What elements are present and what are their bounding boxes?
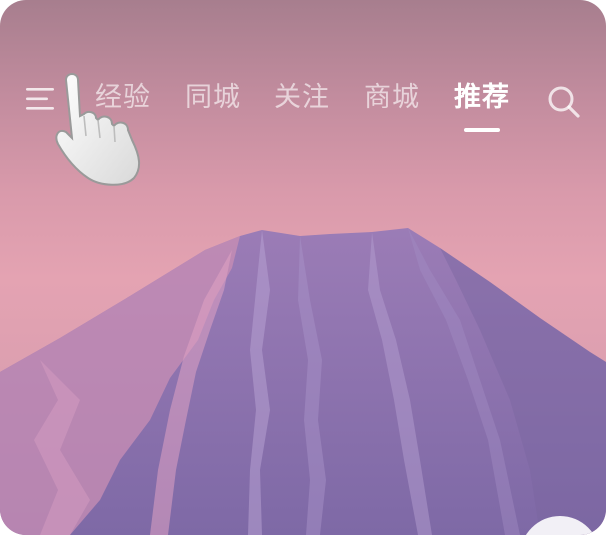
active-tab-indicator [464, 128, 500, 132]
tab-mall[interactable]: 商城 [364, 80, 420, 120]
tab-label: 推荐 [454, 82, 510, 113]
tab-local[interactable]: 同城 [185, 80, 241, 120]
tab-label: 关注 [274, 82, 330, 113]
tab-recommend[interactable]: 推荐 [454, 80, 510, 132]
tap-hand-icon [55, 73, 140, 186]
search-icon[interactable] [546, 84, 582, 120]
tab-label: 同城 [185, 82, 241, 113]
app-frame: 经验 同城 关注 商城 推荐 [0, 0, 606, 535]
tab-label: 商城 [364, 82, 420, 113]
tab-following[interactable]: 关注 [274, 80, 330, 120]
